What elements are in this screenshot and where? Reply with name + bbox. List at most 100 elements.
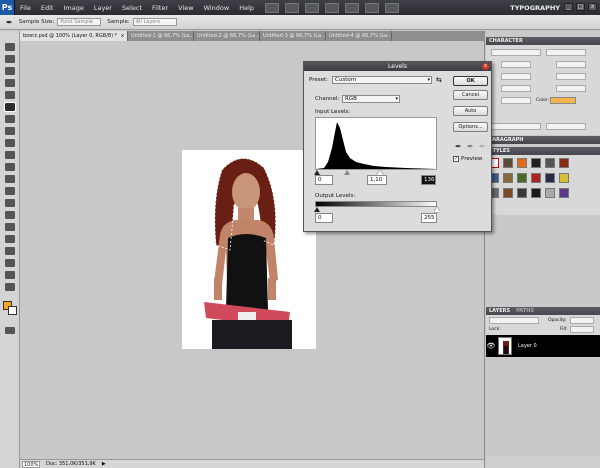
path-selection-tool-icon[interactable] [5,235,15,243]
style-swatch[interactable] [531,173,541,183]
preset-select[interactable]: Custom ▾ [332,76,432,84]
black-eyedropper-icon[interactable]: ✒ [455,142,462,151]
style-swatch[interactable] [545,158,555,168]
layer-name[interactable]: Layer 0 [518,343,537,349]
menu-help[interactable]: Help [234,4,259,12]
output-black-slider[interactable] [314,207,320,212]
zoom-field[interactable]: 100% [22,460,40,468]
font-family-field[interactable] [491,49,541,56]
dodge-tool-icon[interactable] [5,199,15,207]
blur-tool-icon[interactable] [5,187,15,195]
styles-panel-header[interactable]: STYLES [486,147,600,155]
style-swatch[interactable] [517,158,527,168]
layers-tab[interactable]: LAYERS [489,307,510,315]
preview-checkbox[interactable]: ✓ Preview [453,156,482,162]
view-extras-button[interactable] [305,2,320,13]
crop-tool-icon[interactable] [5,91,15,99]
move-tool-icon[interactable] [5,43,15,51]
style-swatch[interactable] [559,158,569,168]
vertical-scale-field[interactable] [501,85,531,92]
menu-layer[interactable]: Layer [89,4,117,12]
photoshop-logo[interactable]: Ps [0,0,15,15]
language-field[interactable] [491,123,541,130]
style-swatch[interactable] [503,158,513,168]
baseline-shift-field[interactable] [501,97,531,104]
fill-field[interactable] [570,326,594,333]
shape-tool-icon[interactable] [5,247,15,255]
output-white-slider[interactable] [434,207,440,212]
sample-size-select[interactable]: Point Sample [57,18,102,26]
tab-untitled-2[interactable]: Untitled-2 @ 66,7% (La...x [194,31,260,41]
sample-select[interactable]: All Layers [132,18,177,26]
menu-view[interactable]: View [173,4,198,12]
close-window-button[interactable]: x [588,3,597,11]
input-gamma-field[interactable]: 1,10 [367,175,387,185]
hand-tool-button[interactable] [345,2,360,13]
ok-button[interactable]: OK [453,76,488,86]
minimize-button[interactable]: _ [564,3,573,11]
style-swatch[interactable] [559,188,569,198]
style-swatch[interactable] [531,158,541,168]
options-button[interactable]: Options... [453,122,488,132]
bridge-button[interactable] [265,2,280,13]
eyedropper-tool-icon[interactable] [4,102,16,112]
history-brush-tool-icon[interactable] [5,151,15,159]
text-color-swatch[interactable] [550,97,576,104]
gray-eyedropper-icon[interactable]: ✒ [467,142,474,151]
anti-alias-field[interactable] [546,123,586,130]
blend-mode-select[interactable] [489,317,539,324]
leading-field[interactable] [556,61,586,68]
clone-stamp-tool-icon[interactable] [5,139,15,147]
menu-select[interactable]: Select [117,4,147,12]
maximize-button[interactable]: □ [576,3,585,11]
visibility-eye-icon[interactable]: 👁 [486,342,496,350]
eraser-tool-icon[interactable] [5,163,15,171]
style-swatch[interactable] [517,173,527,183]
arrange-documents-button[interactable] [365,2,380,13]
style-swatch[interactable] [559,173,569,183]
kerning-field[interactable] [501,73,531,80]
document-canvas[interactable] [182,150,316,349]
style-swatch[interactable] [545,188,555,198]
style-swatch[interactable] [503,188,513,198]
eyedropper-tool-icon[interactable]: ✒ [6,18,13,27]
menu-image[interactable]: Image [58,4,88,12]
gradient-tool-icon[interactable] [5,175,15,183]
healing-brush-tool-icon[interactable] [5,115,15,123]
style-swatch[interactable] [545,173,555,183]
character-panel-header[interactable]: CHARACTER [486,37,600,45]
input-white-field[interactable]: 136 [421,175,436,185]
status-menu-arrow-icon[interactable]: ▶ [102,461,106,467]
tab-untitled-4[interactable]: Untitled-4 @ 66,7% (La...x [326,31,392,41]
output-black-field[interactable]: 0 [315,213,333,223]
type-tool-icon[interactable] [5,223,15,231]
3d-rotate-tool-icon[interactable] [5,259,15,267]
menu-filter[interactable]: Filter [147,4,173,12]
horizontal-scale-field[interactable] [556,85,586,92]
lasso-tool-icon[interactable] [5,67,15,75]
layer-row[interactable]: 👁 Layer 0 [486,335,600,357]
output-white-field[interactable]: 255 [421,213,437,223]
auto-button[interactable]: Auto [453,106,488,116]
background-color-swatch[interactable] [8,306,17,315]
tab-untitled-1[interactable]: Untitled-1 @ 66,7% (La...x [128,31,194,41]
hand-tool-icon[interactable] [5,271,15,279]
font-size-field[interactable] [501,61,531,68]
style-swatch[interactable] [531,188,541,198]
brush-tool-icon[interactable] [5,127,15,135]
channel-select[interactable]: RGB ▾ [342,95,400,103]
quick-mask-icon[interactable] [5,327,15,334]
menu-edit[interactable]: Edit [36,4,59,12]
preset-options-icon[interactable]: ⇆ [436,76,442,84]
white-eyedropper-icon[interactable]: ✒ [479,142,486,151]
tracking-field[interactable] [556,73,586,80]
style-swatch[interactable] [503,173,513,183]
marquee-tool-icon[interactable] [5,55,15,63]
quick-select-tool-icon[interactable] [5,79,15,87]
input-black-field[interactable]: 0 [315,175,333,185]
pen-tool-icon[interactable] [5,211,15,219]
cancel-button[interactable]: Cancel [453,90,488,100]
style-swatch[interactable] [517,188,527,198]
levels-title[interactable]: Levels [304,62,491,71]
minibridge-button[interactable] [285,2,300,13]
